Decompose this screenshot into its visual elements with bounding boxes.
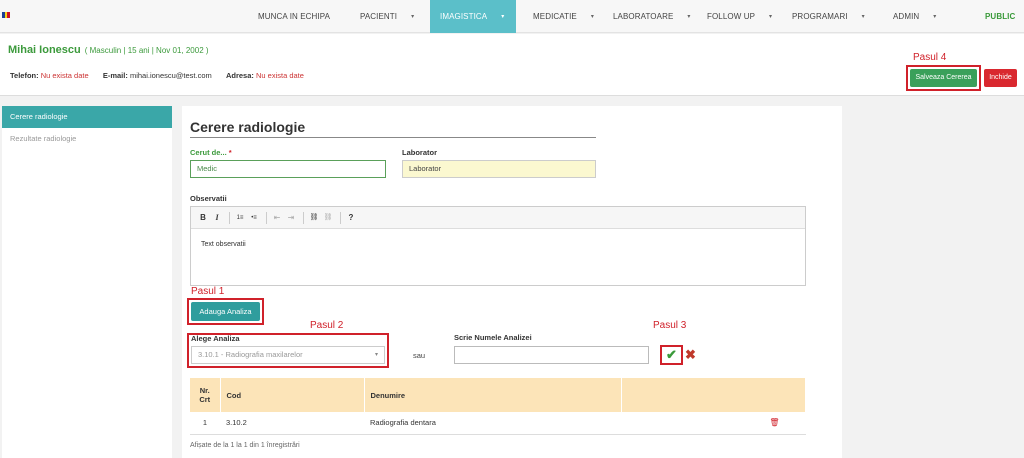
romanian-flag-icon [2,12,11,18]
nav-item-admin[interactable]: ADMIN ▾ [893,0,936,33]
table-row: 1 3.10.2 Radiografia dentara 🗑 [190,412,806,435]
laboratory-label: Laborator [402,148,438,157]
observations-editor[interactable]: B I 1≡ •≡ ⇤ ⇥ ⛓ ⛓ ? Text observatii [190,206,806,286]
choose-analysis-select[interactable]: 3.10.1 - Radiografia maxilarelor ▾ [191,346,385,364]
trash-icon[interactable]: 🗑 [769,418,779,427]
requested-by-field[interactable]: Medic [190,160,386,178]
col-actions [621,378,806,412]
annotation-step-2: Pasul 2 [310,320,344,331]
col-nr-crt: Nr. Crt [190,378,221,412]
chevron-down-icon: ▾ [501,14,505,20]
email-value: mihai.ionescu@test.com [129,71,212,80]
sidebar-item-rezultate-radiologie[interactable]: Rezultate radiologie [2,128,172,150]
chevron-down-icon: ▾ [590,14,594,20]
indent-icon[interactable]: ⇥ [285,211,297,225]
col-denumire: Denumire [364,378,622,412]
requested-by-label: Cerut de... * [190,148,232,157]
laboratory-field[interactable]: Laborator [402,160,596,178]
phone-value: Nu exista date [40,71,89,80]
table-footer: Afișate de la 1 la 1 din 1 înregistrări [190,442,300,449]
patient-contact: Telefon: Nu exista date E-mail: mihai.io… [10,71,304,80]
help-icon[interactable]: ? [345,211,357,225]
nav-item-medicatie[interactable]: MEDICATIE ▾ [533,0,594,33]
italic-icon[interactable]: I [211,211,223,225]
nav-item-munca-in-echipa[interactable]: MUNCA IN ECHIPA [258,0,330,33]
top-navigation: MUNCA IN ECHIPA PACIENTI ▾ IMAGISTICA ▾ ME… [0,0,1024,33]
add-analysis-button[interactable]: Adauga Analiza [191,302,260,321]
nav-item-laboratoare[interactable]: LABORATOARE ▾ [613,0,691,33]
page-title: Cerere radiologie [190,119,306,135]
check-icon[interactable]: ✔ [662,347,681,363]
write-analysis-label: Scrie Numele Analizei [454,333,532,342]
close-icon[interactable]: ✖ [685,347,696,363]
chevron-down-icon: ▾ [769,14,773,20]
link-icon[interactable]: ⛓ [308,211,320,225]
close-button[interactable]: Inchide [984,69,1017,87]
sidebar: Cerere radiologie Rezultate radiologie [2,106,172,458]
chevron-down-icon: ▾ [374,352,378,358]
nav-item-programari[interactable]: PROGRAMARI ▾ [792,0,865,33]
patient-meta: ( Masculin | 15 ani | Nov 01, 2002 ) [84,46,209,55]
patient-header: Mihai Ionescu( Masculin | 15 ani | Nov 0… [0,34,1024,96]
patient-name: Mihai Ionescu( Masculin | 15 ani | Nov 0… [8,44,209,56]
address-value: Nu exista date [255,71,304,80]
cell-nr: 1 [190,412,220,435]
bold-icon[interactable]: B [197,211,209,225]
observations-label: Observatii [190,194,227,203]
unlink-icon[interactable]: ⛓ [322,211,334,225]
annotation-step-4: Pasul 4 [913,52,947,63]
col-cod: Cod [220,378,365,412]
observations-text: Text observatii [201,241,246,248]
choose-analysis-label: Alege Analiza [191,334,240,343]
numbered-list-icon[interactable]: 1≡ [234,211,246,225]
chevron-down-icon: ▾ [861,14,865,20]
main-panel: Cerere radiologie Cerut de... * Medic La… [182,106,842,458]
nav-item-pacienti[interactable]: PACIENTI ▾ [360,0,414,33]
cell-denumire: Radiografia dentara [364,412,621,435]
or-label: sau [413,351,426,360]
bulleted-list-icon[interactable]: •≡ [248,211,260,225]
save-request-button[interactable]: Salveaza Cererea [910,69,977,87]
editor-toolbar: B I 1≡ •≡ ⇤ ⇥ ⛓ ⛓ ? [191,207,805,229]
nav-item-follow-up[interactable]: FOLLOW UP ▾ [707,0,772,33]
chevron-down-icon: ▾ [687,14,691,20]
outdent-icon[interactable]: ⇤ [271,211,283,225]
nav-item-public[interactable]: PUBLIC [985,0,1015,33]
write-analysis-input[interactable] [454,346,649,364]
annotation-step-3: Pasul 3 [653,320,687,331]
cell-cod: 3.10.2 [220,412,364,435]
chevron-down-icon: ▾ [411,14,415,20]
analysis-table: Nr. Crt Cod Denumire 1 3.10.2 Radiografi… [190,378,806,435]
nav-item-imagistica[interactable]: IMAGISTICA ▾ [430,0,516,33]
title-divider [190,137,596,138]
annotation-step-1: Pasul 1 [191,286,225,297]
chevron-down-icon: ▾ [933,14,937,20]
sidebar-item-cerere-radiologie[interactable]: Cerere radiologie [2,106,172,128]
